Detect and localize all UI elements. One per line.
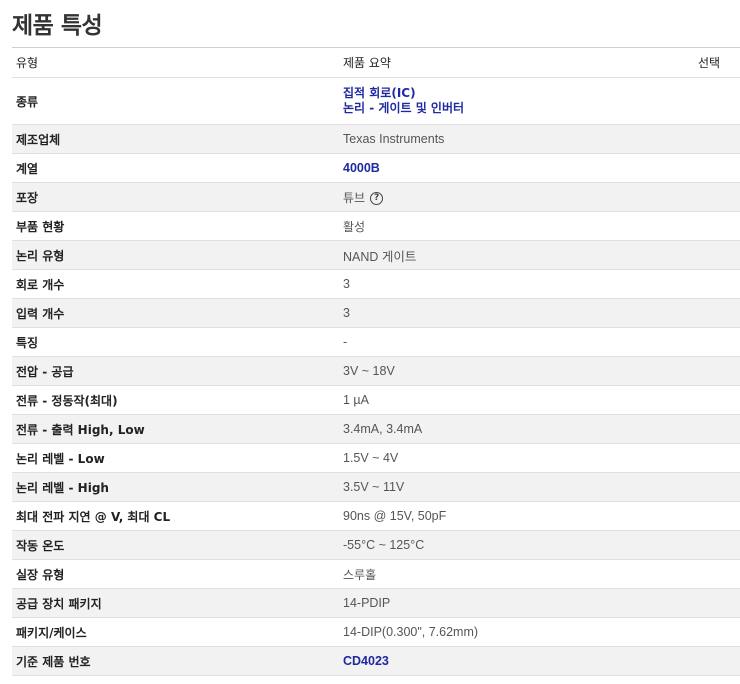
table-row: 최대 전파 지연 @ V, 최대 CL 90ns @ 15V, 50pF [12,502,740,531]
category-links: 집적 회로(IC) 논리 - 게이트 및 인버터 [343,86,464,116]
category-link-ic[interactable]: 집적 회로(IC) [343,86,464,101]
table-row: 논리 레벨 - High 3.5V ~ 11V [12,473,740,502]
row-label: 계열 [16,161,39,176]
row-value: 14-PDIP [343,596,391,610]
table-row: 실장 유형 스루홀 [12,560,740,589]
header-select: 선택 [698,56,721,70]
row-label: 전류 - 출력 High, Low [16,422,145,437]
row-label: 논리 레벨 - High [16,480,109,495]
row-value: -55°C ~ 125°C [343,538,425,552]
row-value: 3V ~ 18V [343,364,395,378]
row-label: 포장 [16,190,39,205]
table-row: 회로 개수 3 [12,270,740,299]
question-circle-icon[interactable]: ? [370,191,384,205]
row-value: 튜브? [343,189,384,206]
table-row: 전류 - 출력 High, Low 3.4mA, 3.4mA [12,415,740,444]
row-label: 작동 온도 [16,538,65,553]
series-link[interactable]: 4000B [343,161,380,175]
row-label: 회로 개수 [16,277,65,292]
row-label: 논리 레벨 - Low [16,451,105,466]
row-value: - [343,335,348,349]
row-value: NAND 게이트 [343,249,417,264]
row-label: 입력 개수 [16,306,65,321]
row-label: 제조업체 [16,132,61,147]
row-label: 공급 장치 패키지 [16,596,102,611]
row-value: 14-DIP(0.300", 7.62mm) [343,625,479,639]
row-label: 전압 - 공급 [16,364,74,379]
row-value: 3.5V ~ 11V [343,480,405,494]
attributes-table: 유형 제품 요약 선택 종류 집적 회로(IC) 논리 - 게이트 및 인버터 … [12,47,740,676]
row-value: 3 [343,306,350,320]
row-value: 90ns @ 15V, 50pF [343,509,447,523]
row-value: 3 [343,277,350,291]
product-attributes-section: 제품 특성 유형 제품 요약 선택 종류 집적 회로(IC) 논리 - 게이트 … [0,0,740,684]
table-row: 공급 장치 패키지 14-PDIP [12,589,740,618]
packaging-value: 튜브 [343,190,366,205]
table-row: 부품 현황 활성 [12,212,740,241]
table-header: 유형 제품 요약 선택 [12,48,740,78]
row-label: 최대 전파 지연 @ V, 최대 CL [16,509,171,524]
table-row: 전류 - 정동작(최대) 1 µA [12,386,740,415]
row-value: 3.4mA, 3.4mA [343,422,423,436]
row-label: 실장 유형 [16,567,65,582]
header-summary: 제품 요약 [343,56,391,70]
table-row: 계열 4000B [12,154,740,183]
table-row: 논리 레벨 - Low 1.5V ~ 4V [12,444,740,473]
header-type: 유형 [16,56,39,70]
base-part-number-link[interactable]: CD4023 [343,654,389,668]
table-row: 제조업체 Texas Instruments [12,125,740,154]
row-label: 논리 유형 [16,248,65,263]
table-row: 포장 튜브? [12,183,740,212]
row-value: 스루홀 [343,567,377,582]
table-row: 패키지/케이스 14-DIP(0.300", 7.62mm) [12,618,740,647]
row-label: 종류 [16,94,39,109]
category-link-logic-gates[interactable]: 논리 - 게이트 및 인버터 [343,101,464,116]
table-row: 특징 - [12,328,740,357]
table-row: 기준 제품 번호 CD4023 [12,647,740,676]
page-title: 제품 특성 [12,13,103,39]
row-value: 1 µA [343,393,369,407]
table-row: 종류 집적 회로(IC) 논리 - 게이트 및 인버터 [12,78,740,125]
table-row: 작동 온도 -55°C ~ 125°C [12,531,740,560]
row-label: 기준 제품 번호 [16,654,91,669]
row-value: 활성 [343,219,366,234]
row-value: Texas Instruments [343,132,445,146]
row-label: 전류 - 정동작(최대) [16,393,118,408]
row-value: 1.5V ~ 4V [343,451,399,465]
row-label: 패키지/케이스 [16,625,87,640]
table-row: 전압 - 공급 3V ~ 18V [12,357,740,386]
row-label: 특징 [16,335,39,350]
table-row: 입력 개수 3 [12,299,740,328]
table-row: 논리 유형 NAND 게이트 [12,241,740,270]
row-label: 부품 현황 [16,219,65,234]
